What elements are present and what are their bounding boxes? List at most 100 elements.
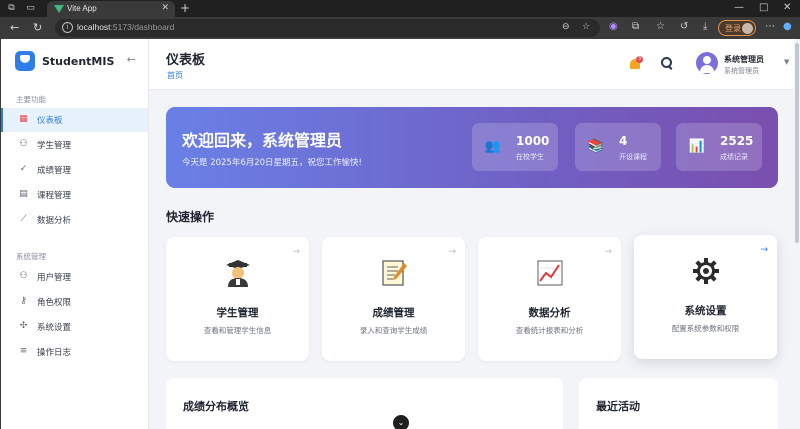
page-scrollbar[interactable] — [794, 39, 800, 429]
sidebar-item-label: 操作日志 — [37, 348, 72, 358]
minimize-button[interactable]: — — [734, 2, 744, 13]
sidebar-item-label: 成绩管理 — [37, 166, 72, 176]
panel-title: 成绩分布概览 — [183, 400, 249, 413]
panel-title: 最近活动 — [596, 400, 640, 413]
section-title-main: 主要功能 — [16, 95, 46, 104]
url-path: :5173/dashboard — [110, 22, 175, 32]
quick-action-desc: 查看和管理学生信息 — [203, 326, 272, 335]
url-text[interactable]: localhost:5173/dashboard — [77, 22, 174, 32]
address-bar[interactable]: i localhost:5173/dashboard ⊖ ☆ — [55, 19, 600, 37]
scroll-down-button[interactable]: ⌄ — [393, 415, 409, 429]
quick-action-desc: 配置系统参数和权限 — [671, 324, 740, 333]
sidebar-item-settings[interactable]: ✣ 系统设置 — [1, 315, 148, 339]
history-icon[interactable]: ↺ — [680, 21, 688, 32]
workspaces-icon[interactable]: ⧉ — [6, 3, 17, 14]
stat-label: 开设课程 — [619, 153, 647, 161]
quick-action-title: 系统设置 — [684, 305, 727, 317]
sidebar-item-roles[interactable]: ⚷ 角色权限 — [1, 290, 148, 314]
welcome-subtitle: 今天是 2025年6月20日星期五，祝您工作愉快! — [182, 158, 362, 168]
stat-card-students: 👥 1000 在校学生 — [472, 123, 558, 171]
quick-action-students[interactable]: → 学生管理 查看和管理学生信息 — [166, 237, 309, 361]
quick-action-desc: 录入和查询学生成绩 — [359, 326, 428, 335]
close-window-button[interactable]: ✕ — [783, 2, 791, 13]
dashboard-icon: ▦ — [19, 114, 28, 124]
quick-action-analytics[interactable]: → 数据分析 查看统计报表和分析 — [478, 237, 621, 361]
students-icon: 👥 — [484, 139, 502, 154]
search-icon[interactable] — [660, 56, 674, 70]
reload-button[interactable]: ↻ — [33, 21, 42, 35]
arrow-right-icon: → — [760, 245, 768, 255]
sidebar-item-logs[interactable]: ≡ 操作日志 — [1, 340, 148, 364]
more-menu-icon[interactable]: ⋯ — [765, 21, 775, 32]
book-icon: ▤ — [19, 189, 28, 199]
scrollbar-thumb[interactable] — [795, 43, 799, 243]
trend-chart-icon — [537, 260, 563, 286]
user-name[interactable]: 系统管理员 — [724, 54, 764, 65]
stat-card-records: 📊 2525 成绩记录 — [676, 123, 762, 171]
key-icon: ⚷ — [20, 296, 27, 306]
sidebar: StudentMIS ← 主要功能 ▦ 仪表板 ⚇ 学生管理 ✓ 成绩管理 ▤ … — [1, 39, 149, 429]
split-screen-icon[interactable]: ⧉ — [632, 21, 639, 32]
stat-value: 2525 — [720, 134, 754, 148]
stat-card-courses: 📚 4 开设课程 — [575, 123, 661, 171]
browser-titlebar: ⧉ ▭ Vite App ✕ + — □ ✕ — [0, 0, 800, 17]
sidebar-item-courses[interactable]: ▤ 课程管理 — [1, 183, 148, 207]
copilot-icon[interactable]: ● — [783, 21, 792, 32]
bar-chart-icon: 📊 — [688, 139, 706, 154]
sidebar-item-users[interactable]: ⚇ 用户管理 — [1, 265, 148, 289]
stat-value: 1000 — [516, 134, 550, 148]
browser-toolbar: ← ↻ i localhost:5173/dashboard ⊖ ☆ ◉ ⧉ ☆… — [0, 17, 800, 39]
quick-action-desc: 查看统计报表和分析 — [515, 326, 584, 335]
favorite-star-icon[interactable]: ☆ — [582, 22, 590, 32]
arrow-right-icon: → — [292, 247, 300, 257]
sidebar-item-label: 仪表板 — [37, 116, 63, 126]
users-icon: ⚇ — [19, 139, 28, 149]
settings-icon: ✣ — [19, 321, 28, 331]
arrow-right-icon: → — [448, 247, 456, 257]
sidebar-item-students[interactable]: ⚇ 学生管理 — [1, 133, 148, 157]
avatar[interactable] — [696, 52, 718, 74]
stat-label: 成绩记录 — [720, 153, 748, 161]
extension-icon[interactable]: ◉ — [609, 21, 618, 32]
favorites-icon[interactable]: ☆ — [656, 21, 665, 32]
maximize-button[interactable]: □ — [759, 2, 768, 13]
collapse-sidebar-button[interactable]: ← — [127, 53, 136, 66]
recent-activity-panel: 最近活动 — [579, 378, 778, 429]
user-role: 系统管理员 — [724, 67, 759, 75]
chevron-down-icon[interactable]: ▼ — [784, 58, 789, 66]
sidebar-item-grades[interactable]: ✓ 成绩管理 — [1, 158, 148, 182]
main-content: 欢迎回来，系统管理员 今天是 2025年6月20日星期五，祝您工作愉快! 👥 1… — [149, 90, 800, 429]
sidebar-item-label: 系统设置 — [37, 323, 72, 333]
back-button[interactable]: ← — [10, 21, 19, 35]
zoom-icon[interactable]: ⊖ — [562, 22, 570, 32]
login-label: 登录 — [725, 24, 741, 33]
tab-actions-icon[interactable]: ▭ — [25, 3, 36, 14]
page-title: 仪表板 — [166, 53, 206, 68]
brand: StudentMIS ← — [15, 51, 140, 73]
page-header: 仪表板 首页 3 系统管理员 系统管理员 ▼ — [149, 39, 800, 90]
welcome-title: 欢迎回来，系统管理员 — [182, 131, 343, 150]
user-group-icon: ⚇ — [19, 271, 28, 281]
memo-icon — [382, 260, 407, 286]
sidebar-item-analytics[interactable]: ⟋ 数据分析 — [1, 208, 148, 232]
brand-name: StudentMIS — [42, 55, 115, 68]
chart-icon: ⟋ — [20, 214, 27, 224]
downloads-icon[interactable]: ⤓ — [703, 21, 707, 32]
welcome-banner: 欢迎回来，系统管理员 今天是 2025年6月20日星期五，祝您工作愉快! 👥 1… — [166, 107, 778, 188]
tab-title: Vite App — [67, 4, 97, 13]
stat-value: 4 — [619, 134, 628, 148]
quick-action-grades[interactable]: → 成绩管理 录入和查询学生成绩 — [322, 237, 465, 361]
sidebar-item-dashboard[interactable]: ▦ 仪表板 — [1, 108, 148, 132]
brand-logo-icon — [15, 51, 35, 71]
site-info-icon[interactable]: i — [62, 22, 73, 33]
tab-close-icon[interactable]: ✕ — [161, 3, 169, 13]
sidebar-item-label: 学生管理 — [37, 141, 72, 151]
quick-action-title: 数据分析 — [528, 307, 571, 319]
quick-action-settings[interactable]: → 系统设置 配置系统参数和权限 — [634, 235, 777, 359]
profile-login-button[interactable]: 登录 — [718, 20, 756, 36]
notification-button[interactable]: 3 — [628, 56, 643, 72]
browser-tab[interactable]: Vite App ✕ — [47, 1, 175, 17]
breadcrumb[interactable]: 首页 — [167, 70, 183, 81]
new-tab-button[interactable]: + — [180, 1, 190, 15]
profile-avatar — [742, 23, 753, 34]
